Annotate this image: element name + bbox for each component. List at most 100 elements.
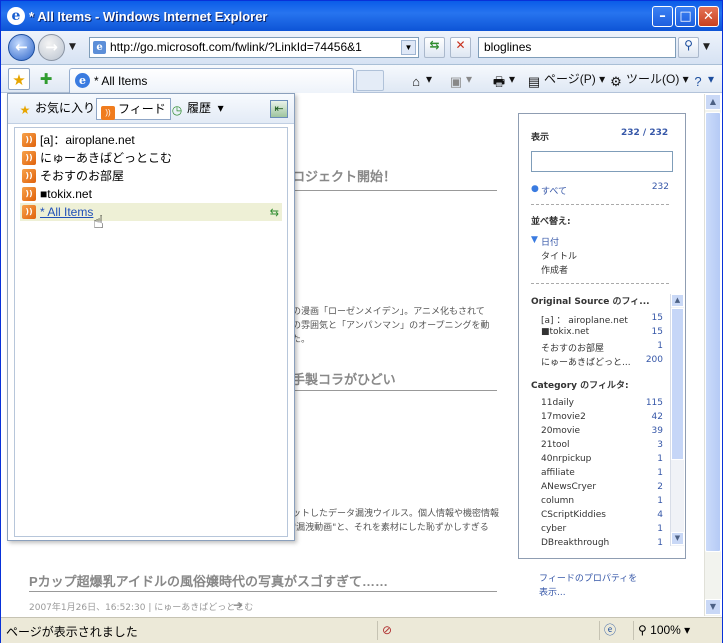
feeds-button[interactable]: ▣ ▾ (448, 70, 472, 89)
article-title-2[interactable]: 手製コラがひどい (292, 369, 396, 388)
category-filter-item[interactable]: DBreakthrough (541, 538, 609, 548)
article-snippet: の漫画「ローゼンメイデン」。アニメ化もされて (292, 307, 485, 317)
category-filter-item[interactable]: ANewsCryer (541, 482, 596, 492)
category-filter-item[interactable]: 21tool (541, 440, 570, 450)
feed-item[interactable]: )) そおすのお部屋 (20, 167, 282, 185)
page-scrollbar[interactable]: ▲ ▼ (704, 94, 721, 616)
tools-menu[interactable]: ⚙ ツール(O) ▾ (608, 70, 689, 89)
article-snippet: の雰囲気と「アンパンマン」のオープニングを動 (292, 321, 490, 331)
minimize-button[interactable]: – (652, 6, 673, 27)
maximize-button[interactable]: □ (675, 6, 696, 27)
zoom-level: 100% (650, 623, 681, 637)
tab-favorites[interactable]: ★ お気に入り (14, 98, 99, 120)
category-filter-count: 1 (657, 538, 663, 548)
tab-favorites-label: お気に入り (35, 101, 96, 115)
article-title-1[interactable]: ロジェクト開始！ (292, 166, 396, 185)
home-icon: ⌂ (412, 74, 420, 89)
pin-favorites-center-button[interactable]: ⇤ (270, 100, 288, 118)
category-filter-item[interactable]: 17movie2 (541, 412, 586, 422)
source-filter-header: Original Source のフィ... (531, 297, 650, 307)
scroll-down-icon[interactable]: ▼ (705, 599, 721, 615)
sort-label: 並べ替え: (531, 217, 571, 227)
home-button[interactable]: ⌂ ▾ (408, 70, 432, 89)
rss-icon: )) (22, 187, 36, 201)
url-input[interactable]: e http://go.microsoft.com/fwlink/?LinkId… (89, 37, 419, 58)
filter-panel: 表示 232 / 232 ● すべて 232 並べ替え: ▼ 日付 タイトル 作… (518, 113, 686, 559)
filter-input[interactable] (531, 151, 673, 172)
category-filter-item[interactable]: 20movie (541, 426, 580, 436)
rss-icon: )) (101, 106, 115, 120)
feed-item[interactable]: )) ■tokix.net (20, 185, 282, 203)
forward-button[interactable]: → (38, 34, 65, 61)
scroll-up-icon[interactable]: ▲ (705, 94, 721, 110)
refresh-icon[interactable]: ⇆ (424, 37, 445, 58)
tab-history[interactable]: ◷ 履歴 ▾ (166, 98, 228, 120)
sort-title[interactable]: タイトル (541, 249, 577, 262)
search-icon[interactable]: ⚲ (678, 37, 699, 58)
favorites-center-star-icon[interactable]: ★ (8, 68, 30, 90)
feed-label: ■tokix.net (40, 187, 92, 201)
filter-all[interactable]: すべて (541, 184, 567, 197)
tab-feeds[interactable]: )) フィード (96, 98, 171, 120)
page-menu[interactable]: ▤ ページ(P) ▾ (526, 70, 605, 89)
hand-cursor-icon: ☝ (93, 212, 104, 233)
zoom-control[interactable]: ⚲ 100% ▾ (633, 621, 719, 640)
search-options-dropdown-icon[interactable]: ▼ (703, 42, 710, 52)
source-filter-item[interactable]: ■tokix.net (541, 327, 589, 337)
filter-scrollbar[interactable]: ▲ ▼ (670, 294, 684, 546)
scroll-up-icon[interactable]: ▲ (671, 294, 684, 307)
source-filter-item[interactable]: にゅーあきばどっと... (541, 355, 631, 368)
feed-item[interactable]: )) にゅーあきばどっとこむ (20, 149, 282, 167)
url-dropdown-icon[interactable]: ▼ (401, 40, 416, 55)
back-button[interactable]: ← (8, 34, 35, 61)
arrow-right-icon[interactable]: ➔ (233, 598, 243, 612)
popup-blocker-icon[interactable]: ⊘ (377, 621, 407, 640)
page-menu-label: ページ(P) (544, 72, 596, 86)
url-text: http://go.microsoft.com/fwlink/?LinkId=7… (110, 40, 362, 54)
window-title: * All Items - Windows Internet Explorer (29, 9, 268, 24)
security-zone-icon[interactable]: ⓔ (599, 621, 629, 640)
search-input[interactable]: bloglines (478, 37, 676, 58)
category-filter-item[interactable]: CScriptKiddies (541, 510, 606, 520)
recent-pages-dropdown-icon[interactable]: ▼ (69, 42, 76, 52)
tab-history-label: 履歴 (187, 101, 212, 115)
category-filter-count: 3 (657, 440, 663, 450)
category-filter-count: 1 (657, 524, 663, 534)
category-filter-item[interactable]: 11daily (541, 398, 574, 408)
divider (531, 204, 669, 205)
category-filter-header: Category のフィルタ: (531, 381, 629, 391)
article-title-3[interactable]: Pカップ超爆乳アイドルの風俗嬢時代の写真がスゴすぎて…… (29, 571, 388, 590)
scroll-thumb[interactable] (671, 308, 684, 460)
add-favorite-icon[interactable]: ✚ (35, 68, 57, 90)
feed-item-selected[interactable]: )) * All Items ⇆ (20, 203, 282, 221)
category-filter-item[interactable]: cyber (541, 524, 566, 534)
source-filter-item[interactable]: [a] ： airoplane.net (541, 313, 628, 326)
help-button[interactable]: ? ▾ (690, 70, 714, 89)
tab-all-items[interactable]: e * All Items (69, 68, 354, 93)
feed-properties-link[interactable]: フィードのプロパティを (539, 571, 637, 584)
feed-properties-link-cont[interactable]: 表示... (539, 585, 566, 598)
tab-label: * All Items (94, 74, 148, 88)
new-tab-button[interactable] (356, 70, 384, 91)
refresh-feed-icon[interactable]: ⇆ (270, 204, 279, 222)
sort-date[interactable]: 日付 (541, 235, 559, 248)
sort-author[interactable]: 作成者 (541, 263, 568, 276)
source-filter-item[interactable]: そおすのお部屋 (541, 341, 604, 354)
feed-label: にゅーあきばどっとこむ (40, 151, 173, 165)
close-button[interactable]: ✕ (698, 6, 719, 27)
scroll-down-icon[interactable]: ▼ (671, 532, 684, 545)
stop-icon[interactable]: ✕ (450, 37, 471, 58)
rss-icon: )) (22, 133, 36, 147)
feed-label: そおすのお部屋 (40, 169, 125, 183)
category-filter-item[interactable]: affiliate (541, 468, 575, 478)
print-button[interactable]: 🖶 ▾ (491, 70, 515, 89)
category-filter-item[interactable]: 40nrpickup (541, 454, 591, 464)
feed-item[interactable]: )) [a]：airoplane.net (20, 131, 282, 149)
category-filter-item[interactable]: column (541, 496, 574, 506)
filter-all-count: 232 (651, 182, 669, 192)
category-filter-count: 115 (645, 398, 663, 408)
zoom-icon: ⚲ (638, 623, 647, 637)
tab-feeds-label: フィード (118, 102, 166, 116)
history-icon: ◷ (171, 103, 183, 117)
scroll-thumb[interactable] (705, 112, 721, 552)
